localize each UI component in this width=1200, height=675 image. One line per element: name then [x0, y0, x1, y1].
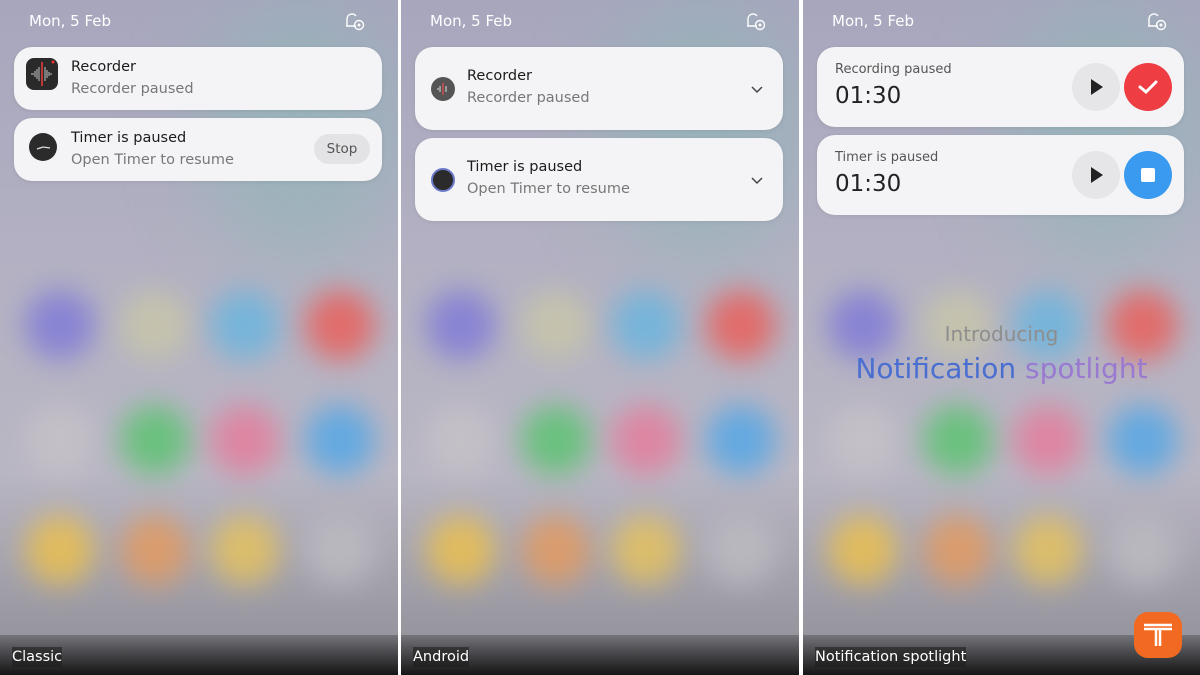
blurred-app-icon	[120, 290, 190, 360]
stop-button[interactable]	[1124, 151, 1172, 199]
blurred-app-icon	[521, 290, 591, 360]
panel-android: Mon, 5 Feb Recorder Recorder paused Time…	[401, 0, 799, 675]
blurred-app-icon	[305, 290, 375, 360]
background-glow	[601, 0, 799, 260]
blurred-app-icon	[706, 515, 776, 585]
caption-label: Classic	[12, 647, 63, 667]
check-icon	[1138, 80, 1158, 95]
blurred-app-icon	[25, 515, 95, 585]
headline: Notification spotlight	[803, 352, 1200, 385]
panel-classic: Mon, 5 Feb Recorder Recorder paused Time…	[0, 0, 398, 675]
blurred-app-icon	[828, 515, 898, 585]
blurred-app-icon	[120, 405, 190, 475]
blurred-app-icon	[1108, 515, 1178, 585]
notification-title: Timer is paused	[835, 150, 939, 165]
blurred-app-icon	[210, 290, 280, 360]
date: Mon, 5 Feb	[29, 12, 112, 30]
notification-recorder[interactable]: Recorder Recorder paused	[14, 47, 382, 110]
notification-timer[interactable]: Timer is paused Open Timer to resume	[415, 138, 783, 221]
blurred-app-icon	[706, 405, 776, 475]
blurred-app-icon	[25, 290, 95, 360]
notification-settings-icon[interactable]	[342, 10, 366, 32]
brand-logo	[1134, 612, 1182, 658]
blurred-app-icon	[521, 405, 591, 475]
notification-settings-icon[interactable]	[1144, 10, 1168, 32]
headline-part-2: spotlight	[1025, 352, 1148, 385]
blurred-app-icon	[426, 515, 496, 585]
notification-text: Recorder paused	[467, 90, 590, 106]
blurred-app-icon	[611, 515, 681, 585]
notification-settings-icon[interactable]	[743, 10, 767, 32]
blurred-app-icon	[706, 290, 776, 360]
remaining-time: 01:30	[835, 171, 902, 197]
notification-title: Timer is paused	[467, 159, 583, 175]
blurred-app-icon	[923, 515, 993, 585]
notification-timer[interactable]: Timer is paused Open Timer to resume Sto…	[14, 118, 382, 181]
notification-title: Recording paused	[835, 62, 952, 77]
caption-label: Android	[413, 647, 470, 667]
notification-text: Recorder paused	[71, 81, 194, 97]
notification-title: Timer is paused	[71, 130, 187, 146]
save-recording-button[interactable]	[1124, 63, 1172, 111]
blurred-app-icon	[828, 405, 898, 475]
intro-text: Introducing	[944, 322, 1059, 346]
notification-text: Open Timer to resume	[467, 181, 630, 197]
chevron-down-icon[interactable]	[751, 83, 763, 95]
play-icon	[1091, 79, 1103, 95]
panel-notification-spotlight: Mon, 5 Feb Recording paused 01:30 Timer …	[803, 0, 1200, 675]
play-icon	[1091, 167, 1103, 183]
elapsed-time: 01:30	[835, 83, 902, 109]
clock-icon	[29, 133, 57, 161]
blurred-app-icon	[611, 405, 681, 475]
stop-button[interactable]: Stop	[314, 134, 370, 164]
blurred-app-icon	[611, 290, 681, 360]
chevron-down-icon[interactable]	[751, 174, 763, 186]
blurred-app-icon	[426, 290, 496, 360]
notification-recorder[interactable]: Recorder Recorder paused	[415, 47, 783, 130]
notification-text: Open Timer to resume	[71, 152, 234, 168]
spotlight-timer[interactable]: Timer is paused 01:30	[817, 135, 1184, 215]
blurred-app-icon	[923, 405, 993, 475]
date: Mon, 5 Feb	[430, 12, 513, 30]
headline-part-1: Notification	[855, 352, 1017, 385]
blurred-app-icon	[1013, 515, 1083, 585]
recorder-icon	[26, 58, 58, 90]
blurred-app-icon	[1013, 405, 1083, 475]
resume-button[interactable]	[1072, 63, 1120, 111]
blurred-app-icon	[210, 405, 280, 475]
blurred-app-icon	[305, 405, 375, 475]
blurred-app-icon	[210, 515, 280, 585]
resume-button[interactable]	[1072, 151, 1120, 199]
notification-title: Recorder	[467, 68, 532, 84]
blurred-app-icon	[305, 515, 375, 585]
blurred-app-icon	[120, 515, 190, 585]
blurred-app-icon	[1108, 405, 1178, 475]
stop-icon	[1141, 168, 1155, 182]
clock-icon	[431, 168, 455, 192]
recorder-icon	[431, 77, 455, 101]
spotlight-recorder[interactable]: Recording paused 01:30	[817, 47, 1184, 127]
background-glow	[1003, 0, 1200, 260]
caption-label: Notification spotlight	[815, 647, 967, 667]
blurred-app-icon	[426, 405, 496, 475]
blurred-app-icon	[25, 405, 95, 475]
notification-title: Recorder	[71, 59, 136, 75]
blurred-app-icon	[521, 515, 591, 585]
date: Mon, 5 Feb	[832, 12, 915, 30]
